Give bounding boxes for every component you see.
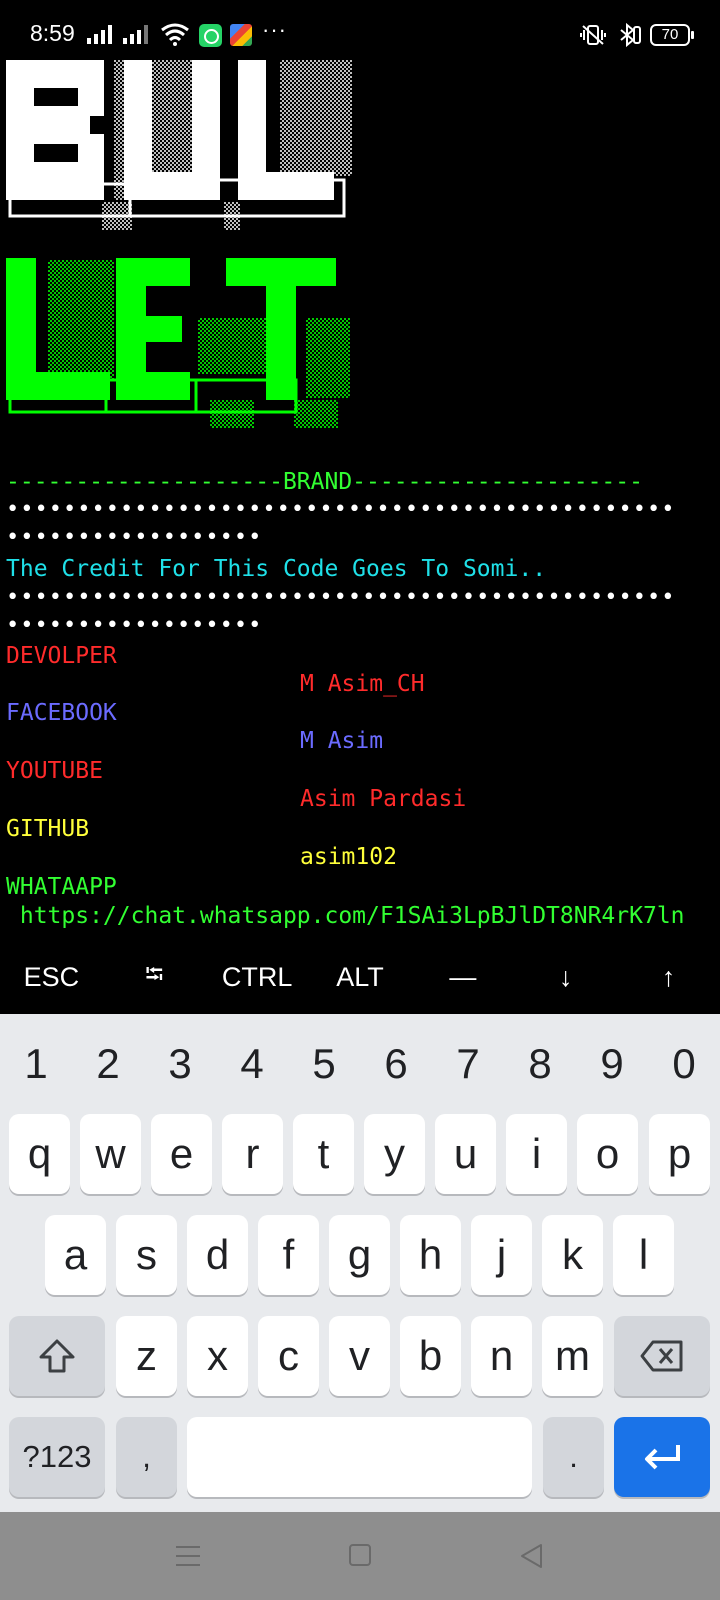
key-l[interactable]: l bbox=[613, 1215, 674, 1295]
key-p[interactable]: p bbox=[649, 1114, 710, 1194]
signal-icon bbox=[87, 24, 112, 44]
key-1[interactable]: 1 bbox=[0, 1036, 72, 1092]
backspace-key[interactable] bbox=[614, 1316, 710, 1396]
key-j[interactable]: j bbox=[471, 1215, 532, 1295]
status-time: 8:59 bbox=[30, 20, 75, 46]
navigation-bar bbox=[0, 1512, 720, 1600]
github-label: GITHUB bbox=[6, 816, 90, 842]
key-7[interactable]: 7 bbox=[432, 1036, 504, 1092]
devolper-value: M Asim_CH bbox=[300, 671, 425, 697]
key-r[interactable]: r bbox=[222, 1114, 283, 1194]
wifi-icon bbox=[161, 23, 189, 46]
home-icon[interactable] bbox=[349, 1544, 371, 1566]
credit-text: The Credit For This Code Goes To Somi.. bbox=[6, 556, 547, 582]
shift-icon bbox=[39, 1339, 75, 1373]
key-f[interactable]: f bbox=[258, 1215, 319, 1295]
facebook-value: M Asim bbox=[300, 728, 384, 754]
bluetooth-icon bbox=[620, 22, 641, 48]
youtube-value: Asim Pardasi bbox=[300, 786, 467, 812]
key-4[interactable]: 4 bbox=[216, 1036, 288, 1092]
dot-separator: •••••••••••••••••• bbox=[6, 613, 263, 638]
back-icon[interactable] bbox=[518, 1542, 544, 1570]
dot-separator: ••••••••••••••••••••••••••••••••••••••••… bbox=[6, 585, 676, 610]
facebook-label: FACEBOOK bbox=[6, 700, 117, 726]
dot-separator: •••••••••••••••••• bbox=[6, 525, 263, 550]
github-value: asim102 bbox=[300, 844, 397, 870]
status-bar: 8:59 ··· 70 bbox=[0, 0, 720, 56]
signal-icon-2 bbox=[123, 24, 148, 44]
extra-keys-row: ESC ⭾ CTRL ALT — ↓ ↑ bbox=[0, 940, 720, 1014]
key-m[interactable]: m bbox=[542, 1316, 603, 1396]
space-bar[interactable] bbox=[187, 1417, 532, 1497]
comma-key[interactable]: , bbox=[116, 1417, 177, 1497]
key-z[interactable]: z bbox=[116, 1316, 177, 1396]
key-e[interactable]: e bbox=[151, 1114, 212, 1194]
key-d[interactable]: d bbox=[187, 1215, 248, 1295]
key-s[interactable]: s bbox=[116, 1215, 177, 1295]
key-w[interactable]: w bbox=[80, 1114, 141, 1194]
key-t[interactable]: t bbox=[293, 1114, 354, 1194]
youtube-label: YOUTUBE bbox=[6, 758, 103, 784]
number-row: 1 2 3 4 5 6 7 8 9 0 bbox=[0, 1036, 720, 1092]
more-notifications-icon: ··· bbox=[262, 17, 287, 42]
symbols-key[interactable]: ?123 bbox=[9, 1417, 105, 1497]
arrow-up-key[interactable]: ↑ bbox=[617, 940, 720, 1014]
key-5[interactable]: 5 bbox=[288, 1036, 360, 1092]
banner-word-let bbox=[6, 258, 350, 428]
whatsapp-link[interactable]: https://chat.whatsapp.com/F1SAi3LpBJlDT8… bbox=[6, 902, 716, 930]
key-6[interactable]: 6 bbox=[360, 1036, 432, 1092]
key-8[interactable]: 8 bbox=[504, 1036, 576, 1092]
vibrate-mute-icon bbox=[580, 25, 606, 45]
alt-key[interactable]: ALT bbox=[309, 940, 412, 1014]
brand-separator: --------------------BRAND---------------… bbox=[6, 469, 643, 495]
battery-indicator: 70 bbox=[650, 24, 694, 46]
key-o[interactable]: o bbox=[577, 1114, 638, 1194]
banner-word-bul bbox=[6, 60, 352, 230]
tab-key[interactable]: ⭾ bbox=[103, 940, 206, 1014]
key-x[interactable]: x bbox=[187, 1316, 248, 1396]
key-3[interactable]: 3 bbox=[144, 1036, 216, 1092]
devolper-label: DEVOLPER bbox=[6, 643, 117, 669]
key-k[interactable]: k bbox=[542, 1215, 603, 1295]
ascii-banner bbox=[6, 60, 358, 440]
ctrl-key[interactable]: CTRL bbox=[206, 940, 309, 1014]
key-0[interactable]: 0 bbox=[648, 1036, 720, 1092]
shift-key[interactable] bbox=[9, 1316, 105, 1396]
key-b[interactable]: b bbox=[400, 1316, 461, 1396]
key-h[interactable]: h bbox=[400, 1215, 461, 1295]
enter-icon bbox=[645, 1445, 680, 1470]
arrow-down-key[interactable]: ↓ bbox=[514, 940, 617, 1014]
dash-key[interactable]: — bbox=[411, 940, 514, 1014]
soft-keyboard: 1 2 3 4 5 6 7 8 9 0 q w e r t y u i o p … bbox=[0, 1014, 720, 1512]
backspace-icon bbox=[640, 1340, 683, 1372]
period-key[interactable]: . bbox=[543, 1417, 604, 1497]
key-g[interactable]: g bbox=[329, 1215, 390, 1295]
key-v[interactable]: v bbox=[329, 1316, 390, 1396]
puzzle-icon bbox=[230, 24, 252, 46]
recent-apps-icon[interactable] bbox=[176, 1546, 200, 1566]
key-a[interactable]: a bbox=[45, 1215, 106, 1295]
key-9[interactable]: 9 bbox=[576, 1036, 648, 1092]
whatsapp-icon bbox=[199, 24, 222, 47]
whatsapp-label: WHATAAPP bbox=[6, 874, 117, 900]
enter-key[interactable] bbox=[614, 1417, 710, 1497]
dot-separator: ••••••••••••••••••••••••••••••••••••••••… bbox=[6, 497, 676, 522]
key-n[interactable]: n bbox=[471, 1316, 532, 1396]
key-u[interactable]: u bbox=[435, 1114, 496, 1194]
esc-key[interactable]: ESC bbox=[0, 940, 103, 1014]
key-2[interactable]: 2 bbox=[72, 1036, 144, 1092]
key-c[interactable]: c bbox=[258, 1316, 319, 1396]
ascii-banner-art bbox=[6, 60, 352, 428]
key-i[interactable]: i bbox=[506, 1114, 567, 1194]
key-q[interactable]: q bbox=[9, 1114, 70, 1194]
key-y[interactable]: y bbox=[364, 1114, 425, 1194]
